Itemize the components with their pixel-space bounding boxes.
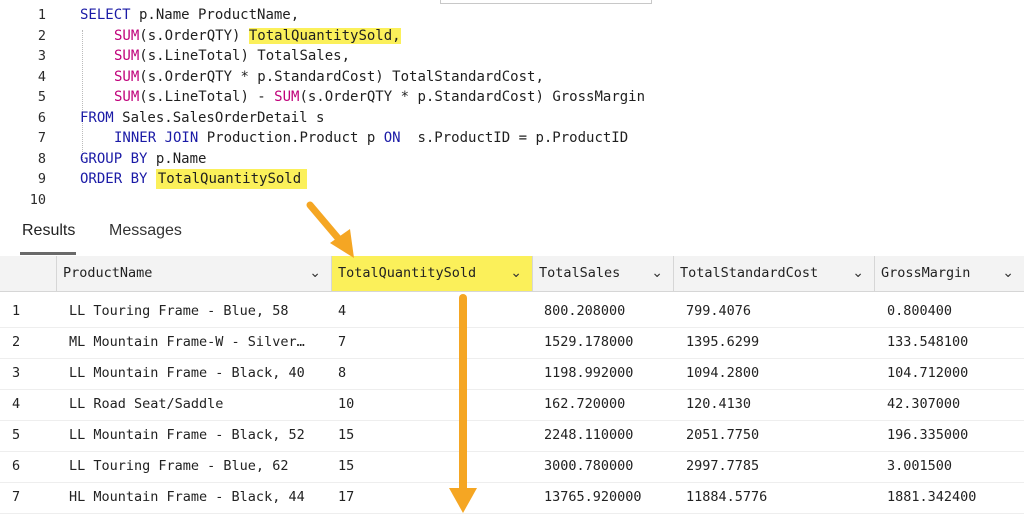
- cell-productname[interactable]: LL Touring Frame - Blue, 58: [69, 296, 324, 327]
- cell-totalsales[interactable]: 13765.920000: [544, 482, 669, 513]
- code-line-6[interactable]: 6 FROM Sales.SalesOrderDetail s: [0, 108, 1024, 129]
- code-line-5[interactable]: 5 SUM(s.LineTotal) - SUM(s.OrderQTY * p.…: [0, 87, 1024, 108]
- cell-productname[interactable]: LL Touring Frame - Blue, 62: [69, 451, 324, 482]
- line-number: 5: [37, 89, 46, 105]
- table-row[interactable]: 1 LL Touring Frame - Blue, 58 4 800.208000 7…: [0, 296, 1024, 328]
- cell-totalquantitysold[interactable]: 10: [338, 389, 528, 420]
- code-line-8[interactable]: 8 GROUP BY p.Name: [0, 149, 1024, 170]
- code-text: INNER JOIN Production.Product p ON s.Pro…: [114, 130, 629, 146]
- cell-productname[interactable]: ML Mountain Frame-W - Silver…: [69, 327, 324, 358]
- code-line-1[interactable]: 1 SELECT p.Name ProductName,: [0, 5, 1024, 26]
- cell-totalsales[interactable]: 3000.780000: [544, 451, 669, 482]
- cell-productname[interactable]: LL Mountain Frame - Black, 40: [69, 358, 324, 389]
- active-tab-indicator: [20, 252, 76, 255]
- column-header-grossmargin[interactable]: GrossMargin ⌄: [874, 256, 1024, 291]
- cell-grossmargin[interactable]: 196.335000: [887, 420, 1022, 451]
- code-line-4[interactable]: 4 SUM(s.OrderQTY * p.StandardCost) Total…: [0, 67, 1024, 88]
- line-number: 2: [37, 27, 46, 44]
- cell-totalstandardcost[interactable]: 1395.6299: [686, 327, 871, 358]
- line-number: 3: [37, 48, 46, 64]
- code-line-10[interactable]: 10: [0, 190, 1024, 211]
- cell-grossmargin[interactable]: 104.712000: [887, 358, 1022, 389]
- line-number: 10: [29, 191, 46, 208]
- chevron-down-icon[interactable]: ⌄: [510, 256, 522, 290]
- code-text: SUM(s.OrderQTY) TotalQuantitySold,: [114, 27, 401, 44]
- table-row[interactable]: 3 LL Mountain Frame - Black, 40 8 1198.9920…: [0, 358, 1024, 390]
- line-number: 6: [37, 109, 46, 126]
- sql-editor[interactable]: 1 SELECT p.Name ProductName, 2 SUM(s.Ord…: [0, 0, 1024, 212]
- cell-totalquantitysold[interactable]: 8: [338, 358, 528, 389]
- cell-totalstandardcost[interactable]: 2051.7750: [686, 420, 871, 451]
- cell-totalsales[interactable]: 1529.178000: [544, 327, 669, 358]
- chevron-down-icon[interactable]: ⌄: [852, 256, 864, 290]
- cell-productname[interactable]: LL Mountain Frame - Black, 52: [69, 420, 324, 451]
- line-number: 8: [37, 150, 46, 167]
- cell-totalquantitysold[interactable]: 17: [338, 482, 528, 513]
- cell-productname[interactable]: LL Road Seat/Saddle: [69, 389, 324, 420]
- cell-totalquantitysold[interactable]: 4: [338, 296, 528, 327]
- row-number[interactable]: 5: [12, 420, 52, 451]
- cell-grossmargin[interactable]: 3.001500: [887, 451, 1022, 482]
- cell-totalsales[interactable]: 2248.110000: [544, 420, 669, 451]
- tab-messages[interactable]: Messages: [109, 222, 182, 240]
- row-number[interactable]: 3: [12, 358, 52, 389]
- code-text: ORDER BY TotalQuantitySold: [80, 169, 308, 189]
- row-number[interactable]: 4: [12, 389, 52, 420]
- table-row[interactable]: 6 LL Touring Frame - Blue, 62 15 3000.78000…: [0, 451, 1024, 483]
- row-number[interactable]: 7: [12, 482, 52, 513]
- code-text: SUM(s.LineTotal) TotalSales,: [114, 48, 351, 64]
- code-line-3[interactable]: 3 SUM(s.LineTotal) TotalSales,: [0, 46, 1024, 67]
- cell-totalstandardcost[interactable]: 2997.7785: [686, 451, 871, 482]
- highlighted-order-column: TotalQuantitySold: [155, 169, 308, 189]
- line-number: 4: [37, 68, 46, 85]
- chevron-down-icon[interactable]: ⌄: [309, 256, 321, 290]
- chevron-down-icon[interactable]: ⌄: [1002, 256, 1014, 290]
- column-header-productname[interactable]: ProductName ⌄: [56, 256, 331, 291]
- code-text: SUM(s.LineTotal) - SUM(s.OrderQTY * p.St…: [114, 89, 646, 105]
- cell-totalquantitysold[interactable]: 7: [338, 327, 528, 358]
- cell-grossmargin[interactable]: 42.307000: [887, 389, 1022, 420]
- editor-top-box: [440, 0, 652, 4]
- cell-grossmargin[interactable]: 133.548100: [887, 327, 1022, 358]
- table-row[interactable]: 7 HL Mountain Frame - Black, 44 17 13765.92…: [0, 482, 1024, 514]
- table-row[interactable]: 4 LL Road Seat/Saddle 10 162.720000 120.4130…: [0, 389, 1024, 421]
- code-line-7[interactable]: 7 INNER JOIN Production.Product p ON s.P…: [0, 128, 1024, 149]
- code-text: FROM Sales.SalesOrderDetail s: [80, 109, 325, 126]
- cell-totalquantitysold[interactable]: 15: [338, 451, 528, 482]
- cell-totalstandardcost[interactable]: 11884.5776: [686, 482, 871, 513]
- row-number[interactable]: 2: [12, 327, 52, 358]
- code-text: SELECT p.Name ProductName,: [80, 7, 300, 23]
- tab-results[interactable]: Results: [22, 222, 75, 240]
- line-number: 7: [37, 130, 46, 146]
- results-grid[interactable]: ProductName ⌄ TotalQuantitySold ⌄ TotalS…: [0, 256, 1024, 514]
- cell-totalsales[interactable]: 162.720000: [544, 389, 669, 420]
- cell-totalstandardcost[interactable]: 799.4076: [686, 296, 871, 327]
- table-row[interactable]: 5 LL Mountain Frame - Black, 52 15 2248.110…: [0, 420, 1024, 452]
- grid-header: ProductName ⌄ TotalQuantitySold ⌄ TotalS…: [0, 256, 1024, 292]
- row-number[interactable]: 1: [12, 296, 52, 327]
- cell-totalstandardcost[interactable]: 120.4130: [686, 389, 871, 420]
- line-number: 9: [37, 171, 46, 187]
- highlighted-alias: TotalQuantitySold,: [248, 27, 401, 44]
- cell-totalsales[interactable]: 1198.992000: [544, 358, 669, 389]
- column-header-totalstandardcost[interactable]: TotalStandardCost ⌄: [673, 256, 874, 291]
- cell-totalsales[interactable]: 800.208000: [544, 296, 669, 327]
- cell-grossmargin[interactable]: 1881.342400: [887, 482, 1022, 513]
- code-line-9[interactable]: 9 ORDER BY TotalQuantitySold: [0, 169, 1024, 190]
- results-tabs: Results Messages: [0, 212, 1024, 256]
- cell-totalquantitysold[interactable]: 15: [338, 420, 528, 451]
- chevron-down-icon[interactable]: ⌄: [651, 256, 663, 290]
- cell-totalstandardcost[interactable]: 1094.2800: [686, 358, 871, 389]
- table-row[interactable]: 2 ML Mountain Frame-W - Silver… 7 1529.1780…: [0, 327, 1024, 359]
- column-header-totalquantitysold[interactable]: TotalQuantitySold ⌄: [331, 256, 532, 291]
- line-number: 1: [37, 7, 46, 23]
- row-number[interactable]: 6: [12, 451, 52, 482]
- column-header-totalsales[interactable]: TotalSales ⌄: [532, 256, 673, 291]
- code-text: SUM(s.OrderQTY * p.StandardCost) TotalSt…: [114, 68, 544, 85]
- code-text: GROUP BY p.Name: [80, 150, 207, 167]
- cell-grossmargin[interactable]: 0.800400: [887, 296, 1022, 327]
- cell-productname[interactable]: HL Mountain Frame - Black, 44: [69, 482, 324, 513]
- code-line-2[interactable]: 2 SUM(s.OrderQTY) TotalQuantitySold,: [0, 26, 1024, 47]
